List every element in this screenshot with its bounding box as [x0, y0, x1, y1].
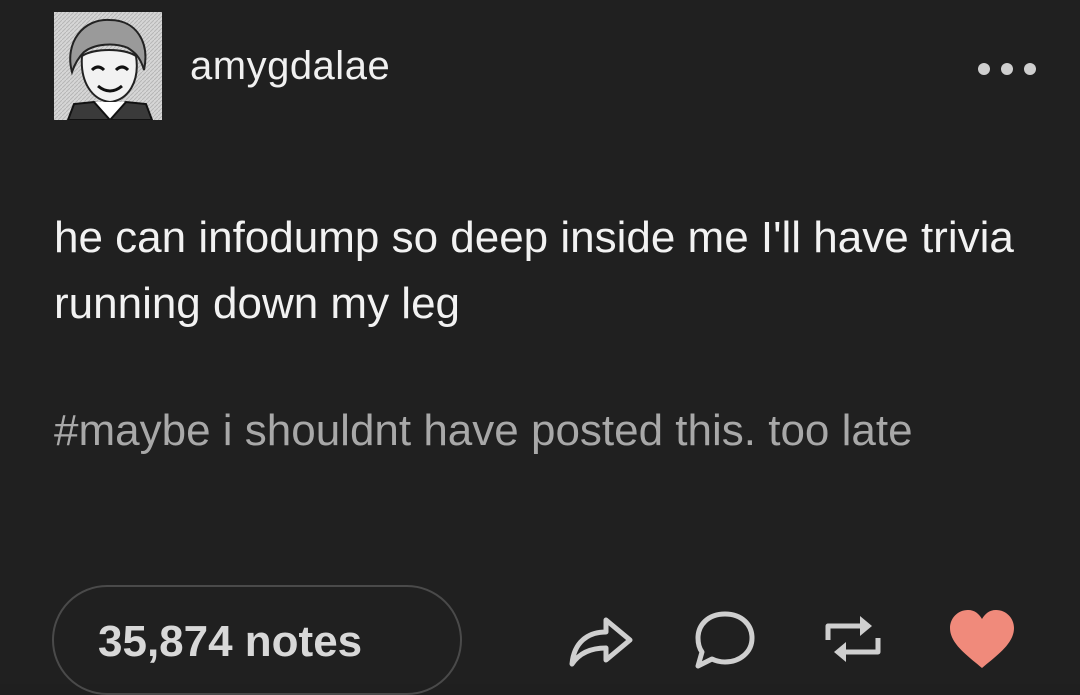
more-options-icon [978, 63, 990, 75]
reblog-icon [825, 616, 881, 662]
share-button[interactable] [566, 606, 636, 672]
author-avatar[interactable] [54, 12, 162, 120]
heart-icon [950, 610, 1014, 668]
more-options-icon-dot [1001, 63, 1013, 75]
reply-button[interactable] [690, 606, 760, 672]
like-button[interactable] [946, 606, 1018, 672]
notes-count-button[interactable]: 35,874 notes [52, 585, 462, 695]
more-options-icon-dot [1024, 63, 1036, 75]
more-options-button[interactable] [972, 54, 1042, 84]
notes-count-label: 35,874 notes [98, 617, 363, 666]
avatar-image [54, 12, 162, 120]
author-username[interactable]: amygdalae [190, 44, 390, 89]
share-icon [569, 617, 633, 667]
reblog-button[interactable] [818, 606, 888, 672]
post-tags[interactable]: #maybe i shouldnt have posted this. too … [54, 400, 1044, 462]
reply-icon [695, 611, 755, 669]
post-card: amygdalae he can infodump so deep inside… [0, 0, 1080, 695]
post-body-text: he can infodump so deep inside me I'll h… [54, 213, 1014, 328]
